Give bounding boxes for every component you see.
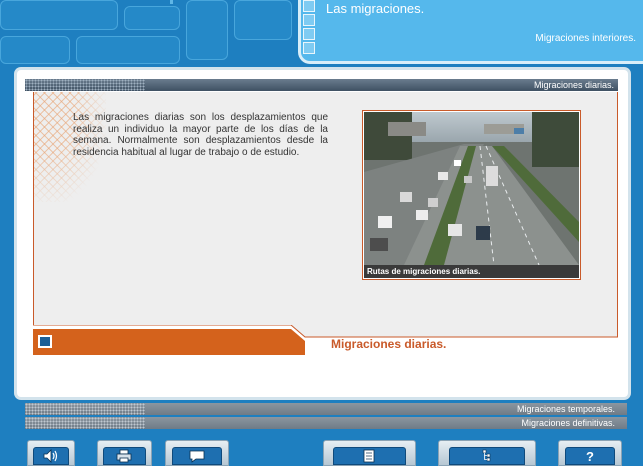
notes-button-face bbox=[333, 447, 406, 465]
help-button[interactable]: ? bbox=[558, 440, 622, 466]
print-button[interactable] bbox=[97, 440, 152, 466]
section-title-label: Migraciones diarias. bbox=[533, 80, 614, 90]
section-title-bar: Migraciones diarias. bbox=[25, 79, 618, 91]
background-strip bbox=[170, 0, 173, 4]
photo-frame: Rutas de migraciones diarias. bbox=[362, 110, 581, 280]
section-footer-title: Migraciones diarias. bbox=[331, 337, 447, 351]
audio-button-face bbox=[32, 447, 70, 465]
nav-bar-pattern bbox=[25, 417, 145, 429]
notes-button[interactable] bbox=[323, 440, 416, 466]
header-blocks bbox=[303, 0, 317, 58]
background-tile bbox=[234, 0, 292, 40]
nav-link-migraciones-definitivas[interactable]: Migraciones definitivas. bbox=[25, 417, 627, 429]
help-icon: ? bbox=[586, 448, 594, 464]
photo-caption: Rutas de migraciones diarias. bbox=[364, 265, 579, 278]
title-bar-pattern bbox=[25, 79, 145, 91]
notebook-icon bbox=[364, 449, 375, 463]
nav-link-label: Migraciones temporales. bbox=[516, 404, 615, 414]
printer-icon bbox=[117, 449, 132, 463]
nav-bar-pattern bbox=[25, 403, 145, 415]
background-tile bbox=[186, 0, 228, 60]
index-icon bbox=[482, 449, 491, 462]
audio-button[interactable] bbox=[27, 440, 75, 466]
index-button[interactable] bbox=[438, 440, 536, 466]
background-tile bbox=[124, 6, 180, 30]
highway-photo bbox=[364, 112, 579, 265]
background-tile bbox=[76, 36, 180, 64]
speech-bubble-icon bbox=[189, 450, 205, 463]
index-button-face bbox=[448, 447, 526, 465]
section-marker-icon bbox=[38, 335, 52, 348]
nav-link-migraciones-temporales[interactable]: Migraciones temporales. bbox=[25, 403, 627, 415]
page-title: Las migraciones. bbox=[326, 1, 425, 16]
print-button-face bbox=[103, 447, 146, 465]
section-footer-band bbox=[33, 325, 618, 355]
speaker-icon bbox=[43, 449, 58, 463]
help-button-face: ? bbox=[565, 447, 615, 465]
background-tile bbox=[0, 0, 118, 30]
background-tile bbox=[0, 36, 70, 64]
body-paragraph: Las migraciones diarias son los desplaza… bbox=[73, 112, 328, 158]
nav-link-label: Migraciones definitivas. bbox=[521, 418, 615, 428]
page-subtitle: Migraciones interiores. bbox=[535, 33, 636, 44]
comment-button[interactable] bbox=[165, 440, 229, 466]
comment-button-face bbox=[172, 447, 222, 465]
